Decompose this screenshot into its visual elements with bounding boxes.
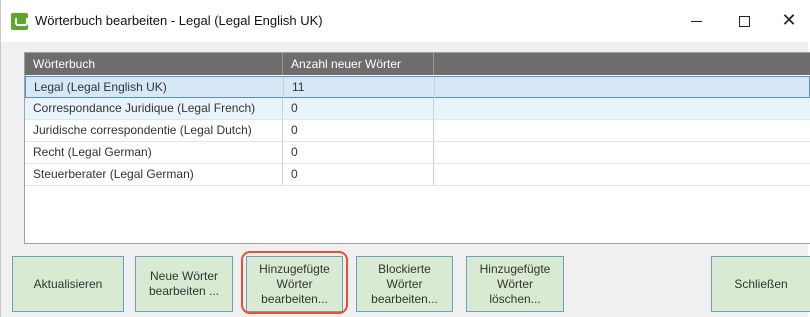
table-row[interactable]: Legal (Legal English UK) 11 bbox=[25, 76, 810, 98]
dictionary-name-cell: Legal (Legal English UK) bbox=[26, 77, 284, 98]
dictionary-name-cell: Steuerberater (Legal German) bbox=[25, 164, 283, 185]
close-button[interactable]: Schließen bbox=[711, 256, 810, 312]
close-window-button[interactable]: ✕ bbox=[766, 0, 810, 42]
dictionary-name-cell: Recht (Legal German) bbox=[25, 142, 283, 163]
table-row[interactable]: Juridische correspondentie (Legal Dutch)… bbox=[25, 120, 810, 142]
new-words-count-cell: 0 bbox=[283, 98, 434, 119]
table-row[interactable]: Correspondance Juridique (Legal French) … bbox=[25, 98, 810, 120]
minimize-button[interactable] bbox=[673, 0, 719, 42]
highlight-annotation bbox=[241, 251, 348, 314]
edit-new-words-label: Neue Wörter bearbeiten ... bbox=[148, 269, 220, 298]
table-row[interactable]: Recht (Legal German) 0 bbox=[25, 142, 810, 164]
maximize-button[interactable] bbox=[721, 0, 767, 42]
new-words-count-cell: 11 bbox=[284, 77, 435, 98]
new-words-count-cell: 0 bbox=[283, 164, 434, 185]
dictionary-name-cell: Correspondance Juridique (Legal French) bbox=[25, 98, 283, 119]
grid-header: Wörterbuch Anzahl neuer Wörter bbox=[25, 53, 810, 75]
close-icon: ✕ bbox=[781, 10, 797, 31]
dictionary-name-cell: Juridische correspondentie (Legal Dutch) bbox=[25, 120, 283, 141]
edit-new-words-button[interactable]: Neue Wörter bearbeiten ... bbox=[135, 256, 233, 312]
new-words-count-cell: 0 bbox=[283, 120, 434, 141]
dictionary-edit-window: Wörterbuch bearbeiten - Legal (Legal Eng… bbox=[0, 0, 810, 317]
refresh-button[interactable]: Aktualisieren bbox=[12, 256, 124, 312]
minimize-icon bbox=[690, 20, 702, 22]
refresh-button-label: Aktualisieren bbox=[33, 276, 103, 291]
delete-added-words-label: Hinzugefügte Wörter löschen... bbox=[479, 261, 551, 306]
title-bar[interactable]: Wörterbuch bearbeiten - Legal (Legal Eng… bbox=[1, 0, 809, 42]
new-words-count-cell: 0 bbox=[283, 142, 434, 163]
dictionary-grid[interactable]: Wörterbuch Anzahl neuer Wörter Legal (Le… bbox=[24, 52, 810, 244]
window-title: Wörterbuch bearbeiten - Legal (Legal Eng… bbox=[35, 13, 323, 28]
grid-rows: Legal (Legal English UK) 11 Correspondan… bbox=[25, 76, 810, 186]
edit-blocked-words-label: Blockierte Wörter bearbeiten... bbox=[371, 261, 438, 306]
delete-added-words-button[interactable]: Hinzugefügte Wörter löschen... bbox=[466, 256, 564, 312]
maximize-icon bbox=[738, 15, 750, 27]
app-icon bbox=[11, 13, 28, 30]
table-row[interactable]: Steuerberater (Legal German) 0 bbox=[25, 164, 810, 186]
close-button-label: Schließen bbox=[734, 276, 788, 291]
column-header-dictionary[interactable]: Wörterbuch bbox=[25, 53, 283, 75]
edit-blocked-words-button[interactable]: Blockierte Wörter bearbeiten... bbox=[356, 256, 453, 312]
column-header-new-words[interactable]: Anzahl neuer Wörter bbox=[283, 53, 434, 75]
